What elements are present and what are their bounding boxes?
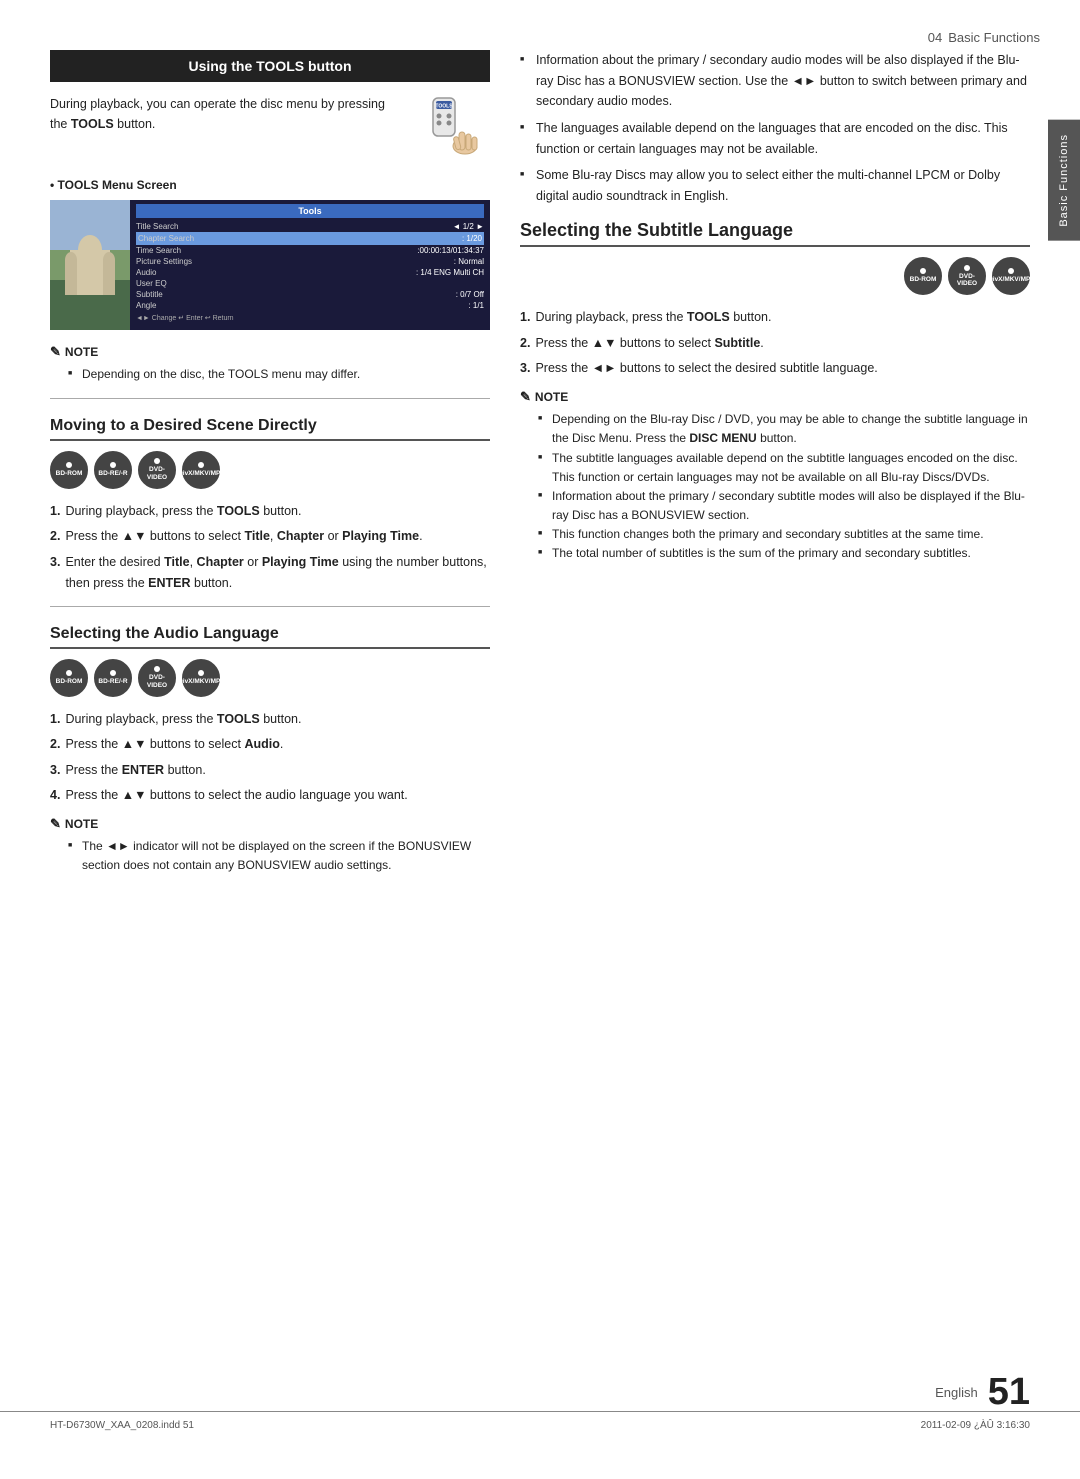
tools-menu-row: Picture Settings: Normal	[136, 256, 484, 267]
right-column: Information about the primary / secondar…	[520, 50, 1030, 1343]
moving-section-header: Moving to a Desired Scene Directly	[50, 417, 490, 441]
disc-badge: BD-ROM	[904, 257, 942, 295]
audio-note-icon: ✎	[50, 816, 61, 832]
subtitle-note-item: Depending on the Blu-ray Disc / DVD, you…	[538, 410, 1030, 448]
audio-step: 3.Press the ENTER button.	[50, 760, 490, 781]
moving-step: 1.During playback, press the TOOLS butto…	[50, 501, 490, 522]
page-container: 04 Basic Functions Basic Functions Using…	[0, 0, 1080, 1479]
subtitle-step: 3.Press the ◄► buttons to select the des…	[520, 358, 1030, 379]
subtitle-note: ✎ NOTE Depending on the Blu-ray Disc / D…	[520, 389, 1030, 564]
subtitle-note-list: Depending on the Blu-ray Disc / DVD, you…	[520, 410, 1030, 564]
tools-menu-row: Angle: 1/1	[136, 300, 484, 311]
chapter-number: 04	[928, 30, 942, 45]
moving-disc-badges: BD-ROMBD-RE/-RDVD-VIDEODivX/MKV/MP4	[50, 451, 490, 489]
disc-badge: BD-ROM	[50, 451, 88, 489]
tools-screen-background	[50, 200, 130, 330]
tools-menu-screen: Tools Title Search◄ 1/2 ►Chapter Search:…	[50, 200, 490, 330]
background-illustration	[50, 200, 130, 330]
side-tab: Basic Functions	[1048, 120, 1080, 241]
tools-menu-rows: Title Search◄ 1/2 ►Chapter Search: 1/20T…	[136, 221, 484, 311]
main-content: Using the TOOLS button During playback, …	[0, 30, 1080, 1363]
page-number-area: English 51	[0, 1363, 1080, 1411]
subtitle-step: 1.During playback, press the TOOLS butto…	[520, 307, 1030, 328]
subtitle-note-icon: ✎	[520, 389, 531, 405]
disc-badge: DVD-VIDEO	[138, 451, 176, 489]
audio-steps: 1.During playback, press the TOOLS butto…	[50, 709, 490, 806]
note-icon: ✎	[50, 344, 61, 360]
audio-step: 2.Press the ▲▼ buttons to select Audio.	[50, 734, 490, 755]
tools-note-title: ✎ NOTE	[50, 344, 490, 360]
tools-icon-box: TOOLS	[410, 94, 490, 164]
tools-box-title: Using the TOOLS button	[188, 58, 351, 74]
audio-step: 4.Press the ▲▼ buttons to select the aud…	[50, 785, 490, 806]
disc-badge: BD-RE/-R	[94, 451, 132, 489]
disc-badge: DivX/MKV/MP4	[182, 451, 220, 489]
footer-right: 2011-02-09 ¿ÀÛ 3:16:30	[921, 1420, 1030, 1431]
divider-1	[50, 398, 490, 399]
side-tab-label: Basic Functions	[1058, 134, 1070, 227]
moving-steps: 1.During playback, press the TOOLS butto…	[50, 501, 490, 594]
chapter-indicator: 04 Basic Functions	[928, 30, 1040, 45]
tools-menu-row: Audio: 1/4 ENG Multi CH	[136, 267, 484, 278]
audio-note: ✎ NOTE The ◄► indicator will not be disp…	[50, 816, 490, 875]
tools-screen-menu: Tools Title Search◄ 1/2 ►Chapter Search:…	[130, 200, 490, 330]
page-number: 51	[988, 1373, 1030, 1411]
audio-note-list: The ◄► indicator will not be displayed o…	[50, 837, 490, 875]
audio-note-item: The ◄► indicator will not be displayed o…	[68, 837, 490, 875]
subtitle-section-header: Selecting the Subtitle Language	[520, 220, 1030, 247]
tools-screen-menu-title: Tools	[136, 204, 484, 218]
audio-disc-badges: BD-ROMBD-RE/-RDVD-VIDEODivX/MKV/MP4	[50, 659, 490, 697]
page-english-label: English	[935, 1385, 978, 1400]
footer-left: HT-D6730W_XAA_0208.indd 51	[50, 1420, 194, 1431]
tools-note-label: NOTE	[65, 345, 98, 359]
right-bullet-item: Information about the primary / secondar…	[520, 50, 1030, 112]
svg-text:TOOLS: TOOLS	[435, 104, 453, 110]
disc-badge: BD-RE/-R	[94, 659, 132, 697]
tools-desc-text: During playback, you can operate the dis…	[50, 94, 398, 134]
disc-badge: DVD-VIDEO	[948, 257, 986, 295]
subtitle-step: 2.Press the ▲▼ buttons to select Subtitl…	[520, 333, 1030, 354]
subtitle-note-label: NOTE	[535, 390, 568, 404]
right-bullets-top: Information about the primary / secondar…	[520, 50, 1030, 206]
moving-step: 2.Press the ▲▼ buttons to select Title, …	[50, 526, 490, 547]
tools-menu-label: TOOLS Menu Screen	[50, 178, 490, 192]
tools-box: Using the TOOLS button	[50, 50, 490, 82]
disc-badge: DVD-VIDEO	[138, 659, 176, 697]
divider-2	[50, 606, 490, 607]
moving-step: 3.Enter the desired Title, Chapter or Pl…	[50, 552, 490, 595]
tools-desc-bold: TOOLS	[71, 117, 114, 131]
tools-menu-row: Chapter Search: 1/20	[136, 232, 484, 245]
tools-menu-row: Title Search◄ 1/2 ►	[136, 221, 484, 232]
right-bullet-item: Some Blu-ray Discs may allow you to sele…	[520, 165, 1030, 206]
tools-desc-area: During playback, you can operate the dis…	[50, 94, 490, 164]
tools-desc-end: button.	[114, 117, 156, 131]
tools-note-list: Depending on the disc, the TOOLS menu ma…	[50, 365, 490, 384]
disc-badge: DivX/MKV/MP4	[992, 257, 1030, 295]
audio-note-label: NOTE	[65, 817, 98, 831]
audio-section-header: Selecting the Audio Language	[50, 625, 490, 649]
subtitle-disc-badges: BD-ROMDVD-VIDEODivX/MKV/MP4	[520, 257, 1030, 295]
tools-menu-row: User EQ	[136, 278, 484, 289]
tools-note: ✎ NOTE Depending on the disc, the TOOLS …	[50, 344, 490, 384]
page-footer: HT-D6730W_XAA_0208.indd 51 2011-02-09 ¿À…	[0, 1411, 1080, 1439]
subtitle-note-item: Information about the primary / secondar…	[538, 487, 1030, 525]
tools-note-item: Depending on the disc, the TOOLS menu ma…	[68, 365, 490, 384]
disc-badge: BD-ROM	[50, 659, 88, 697]
subtitle-note-item: The subtitle languages available depend …	[538, 449, 1030, 487]
audio-note-title: ✎ NOTE	[50, 816, 490, 832]
left-column: Using the TOOLS button During playback, …	[50, 50, 490, 1343]
audio-step: 1.During playback, press the TOOLS butto…	[50, 709, 490, 730]
subtitle-steps: 1.During playback, press the TOOLS butto…	[520, 307, 1030, 379]
subtitle-note-title: ✎ NOTE	[520, 389, 1030, 405]
tools-menu-row: Time Search:00:00:13/01:34:37	[136, 245, 484, 256]
chapter-label: Basic Functions	[948, 30, 1040, 45]
tools-remote-icon: TOOLS	[415, 94, 485, 164]
subtitle-note-item: This function changes both the primary a…	[538, 525, 1030, 544]
subtitle-note-item: The total number of subtitles is the sum…	[538, 544, 1030, 563]
disc-badge: DivX/MKV/MP4	[182, 659, 220, 697]
right-bullet-item: The languages available depend on the la…	[520, 118, 1030, 159]
tools-nav: ◄► Change ↵ Enter ↩ Return	[136, 314, 484, 322]
tools-menu-row: Subtitle: 0/7 Off	[136, 289, 484, 300]
